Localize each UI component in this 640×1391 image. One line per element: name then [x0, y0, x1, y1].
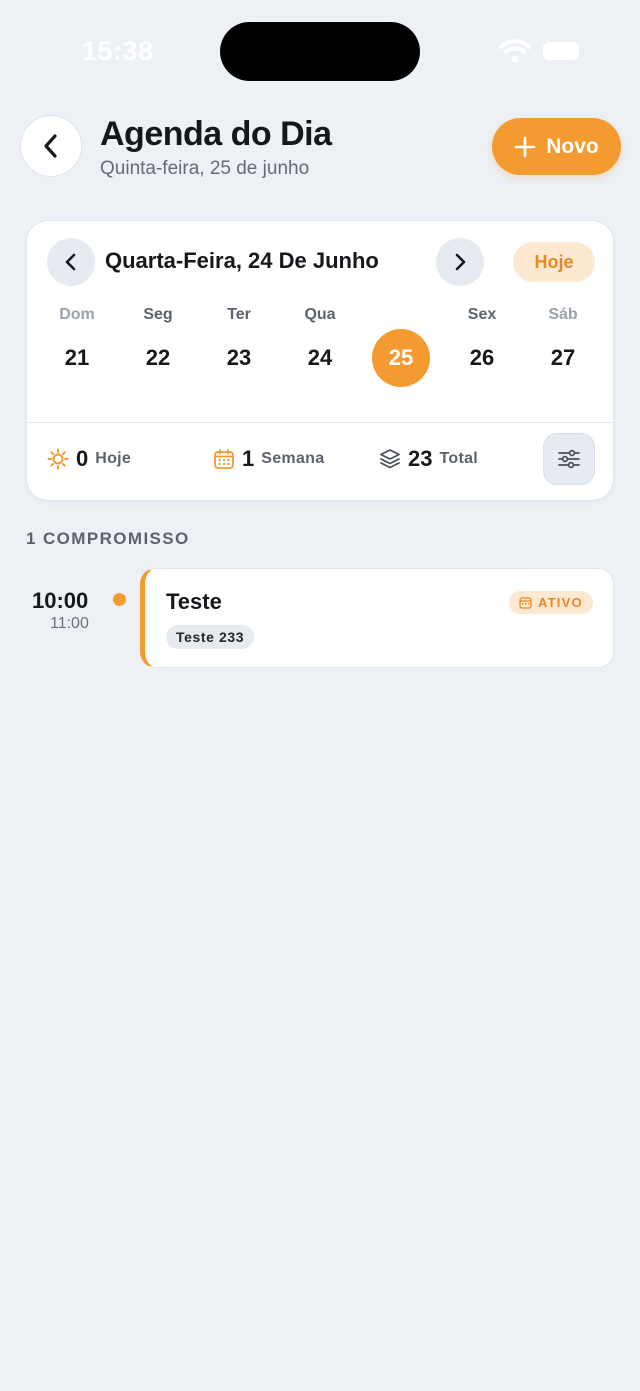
sliders-icon [558, 449, 580, 469]
day-number: 23 [226, 345, 252, 370]
day-tuesday[interactable]: Ter 23 [199, 301, 279, 401]
chevron-left-icon [44, 134, 57, 158]
layers-icon [380, 449, 400, 469]
back-button[interactable] [20, 115, 82, 177]
day-number: 24 [307, 345, 333, 370]
new-appointment-button[interactable]: Novo [492, 118, 621, 175]
day-name: Sáb [548, 306, 578, 323]
calendar-icon [519, 597, 532, 609]
day-name: Ter [227, 306, 251, 323]
event-start-time: 10:00 [32, 588, 89, 613]
status-time: 15:38 [82, 36, 154, 66]
day-saturday[interactable]: Sáb 27 [523, 301, 603, 401]
stat-total: 23 Total [379, 443, 478, 475]
stat-total-label: Total [439, 450, 479, 467]
current-date-title: Quarta-Feira, 24 De Junho [105, 248, 379, 273]
wifi-icon [499, 39, 531, 63]
appointment-card[interactable]: Teste Teste 233 ATIVO [140, 568, 614, 668]
stat-today-label: Hoje [95, 450, 132, 467]
day-number: 25 [388, 345, 414, 370]
day-name: Sex [467, 306, 497, 323]
day-monday[interactable]: Seg 22 [118, 301, 198, 401]
day-number: 21 [64, 345, 90, 370]
previous-week-button[interactable] [47, 238, 95, 286]
day-number: 27 [550, 345, 576, 370]
stat-week: 1 Semana [213, 443, 324, 475]
calendar-icon [214, 449, 234, 469]
next-week-button[interactable] [436, 238, 484, 286]
day-sunday[interactable]: Dom 21 [37, 301, 117, 401]
divider [27, 422, 613, 423]
status-bar: 15:38 [0, 0, 640, 100]
plus-icon [514, 136, 536, 157]
dynamic-island [220, 22, 420, 81]
day-thursday-selected[interactable]: 25 [361, 301, 441, 401]
chevron-left-icon [65, 253, 76, 271]
stat-week-label: Semana [261, 450, 325, 467]
timeline-dot [113, 593, 126, 606]
today-button[interactable]: Hoje [513, 242, 595, 282]
day-wednesday[interactable]: Qua 24 [280, 301, 360, 401]
status-badge: ATIVO [509, 591, 593, 614]
battery-icon [543, 42, 579, 60]
chevron-right-icon [455, 253, 466, 271]
day-number: 22 [145, 345, 171, 370]
stat-week-value: 1 [242, 446, 255, 471]
stat-today-value: 0 [76, 446, 89, 471]
sun-icon [47, 448, 69, 470]
day-friday[interactable]: Sex 26 [442, 301, 522, 401]
appointments-count-label: 1 COMPROMISSO [26, 529, 190, 548]
day-name: Seg [143, 306, 173, 323]
new-button-label: Novo [546, 134, 599, 158]
day-number: 26 [469, 345, 495, 370]
page-subtitle: Quinta-feira, 25 de junho [100, 158, 310, 179]
page-title: Agenda do Dia [100, 115, 332, 153]
appointment-title: Teste [166, 589, 222, 614]
day-name: Dom [59, 306, 95, 323]
week-row: Dom 21 Seg 22 Ter 23 Qua 24 25 Sex 26 Sá… [37, 301, 605, 401]
filter-button[interactable] [543, 433, 595, 485]
appointment-tag: Teste 233 [166, 625, 255, 649]
day-name: Qua [304, 306, 336, 323]
calendar-card: Quarta-Feira, 24 De Junho Hoje Dom 21 Se… [26, 220, 614, 501]
status-badge-label: ATIVO [538, 595, 583, 610]
stat-today: 0 Hoje [47, 443, 131, 475]
event-end-time: 11:00 [50, 615, 89, 632]
stat-total-value: 23 [408, 446, 433, 471]
